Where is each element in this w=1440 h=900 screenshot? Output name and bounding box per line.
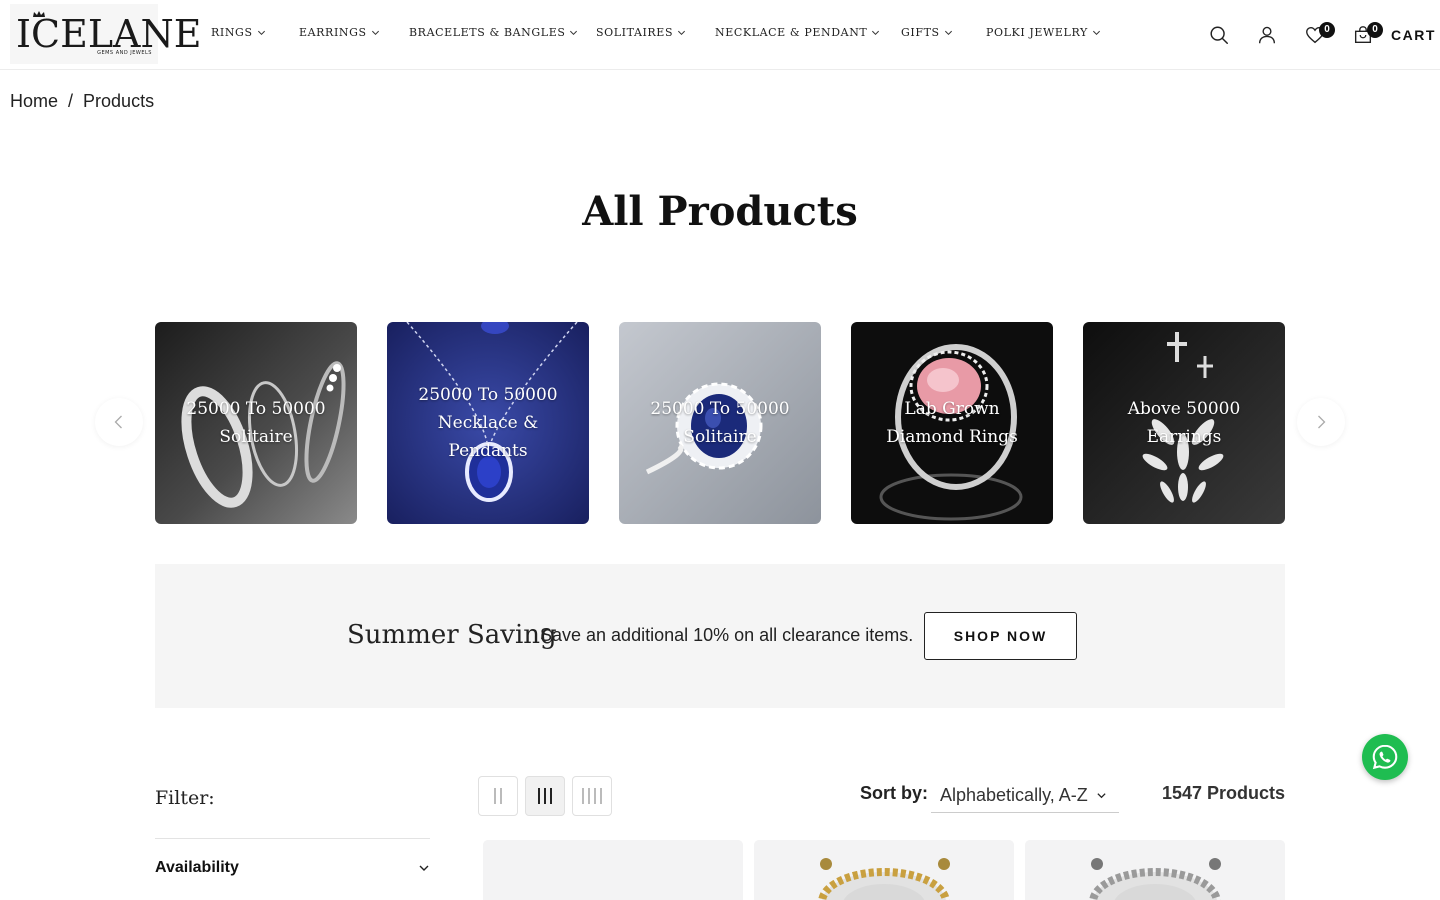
carousel-next-button[interactable] (1297, 398, 1345, 446)
site-header: ICELANE GEMS AND JEWELS RINGS EARRINGS B… (0, 0, 1440, 70)
filter-divider (155, 838, 430, 839)
breadcrumb: Home / Products (10, 91, 154, 112)
product-count: 1547 Products (1161, 783, 1285, 803)
cart-button[interactable]: 0 (1349, 20, 1383, 50)
grid-3-columns-button[interactable] (525, 776, 565, 816)
chevron-right-icon (1318, 415, 1326, 429)
page-title: All Products (582, 188, 858, 235)
chevron-down-icon (419, 865, 429, 871)
promo-title: Summer Saving (347, 620, 557, 650)
grid-3-columns-icon (538, 788, 540, 804)
search-icon (1210, 26, 1228, 44)
carousel-prev-button[interactable] (95, 398, 143, 446)
search-button[interactable] (1205, 20, 1233, 50)
shop-now-button[interactable]: SHOP NOW (924, 612, 1077, 660)
grid-4-columns-icon (582, 788, 584, 804)
user-icon (1258, 26, 1276, 44)
collection-card-label: 25000 To 50000 Necklace & Pendants (418, 385, 558, 461)
promo-banner: Summer Saving Save an additional 10% on … (155, 564, 1285, 708)
promo-text: Save an additional 10% on all clearance … (540, 625, 914, 645)
breadcrumb-current: Products (83, 91, 155, 111)
collection-card-label: 25000 To 50000 Solitaire (186, 399, 326, 447)
collection-card-label: Above 50000 Earrings (1127, 399, 1241, 447)
product-image (483, 840, 743, 900)
product-image (754, 840, 1014, 900)
product-image (1025, 840, 1285, 900)
wishlist-button[interactable]: 0 (1301, 20, 1335, 50)
sort-label: Sort by: (860, 783, 929, 803)
wishlist-count-badge: 0 (1319, 22, 1335, 38)
sort-selected-value: Alphabetically, A-Z (940, 784, 1088, 805)
cart-label[interactable]: CART (1391, 27, 1436, 43)
collection-card[interactable]: 25000 To 50000 Solitaire (619, 322, 821, 524)
account-button[interactable] (1253, 20, 1281, 50)
availability-filter-toggle[interactable]: Availability (155, 856, 430, 880)
availability-label: Availability (155, 859, 239, 876)
breadcrumb-home-link[interactable]: Home (10, 91, 58, 112)
chevron-down-icon (1097, 792, 1106, 798)
collection-card-label: 25000 To 50000 Solitaire (650, 399, 790, 447)
collection-card[interactable]: Above 50000 Earrings (1083, 322, 1285, 524)
grid-4-columns-button[interactable] (572, 776, 612, 816)
cart-count-badge: 0 (1367, 22, 1383, 38)
product-card[interactable] (1025, 840, 1285, 900)
logo-tagline: GEMS AND JEWELS (97, 50, 152, 56)
whatsapp-chat-button[interactable] (1362, 734, 1408, 780)
header-actions: 0 0 CART (0, 20, 1440, 50)
breadcrumb-separator: / (68, 91, 74, 111)
sort-select[interactable]: Alphabetically, A-Z (931, 778, 1119, 813)
collection-card[interactable]: 25000 To 50000 Solitaire (155, 322, 357, 524)
collection-card-label: Lab Grown Diamond Rings (886, 399, 1018, 447)
grid-2-columns-icon (494, 788, 496, 804)
grid-2-columns-button[interactable] (478, 776, 518, 816)
filter-label: Filter: (155, 787, 215, 809)
product-card[interactable] (483, 840, 743, 900)
product-card[interactable] (754, 840, 1014, 900)
chevron-left-icon (114, 415, 122, 429)
collection-card[interactable]: Lab Grown Diamond Rings (851, 322, 1053, 524)
collection-card[interactable]: 25000 To 50000 Necklace & Pendants (387, 322, 589, 524)
whatsapp-icon (1372, 744, 1398, 770)
